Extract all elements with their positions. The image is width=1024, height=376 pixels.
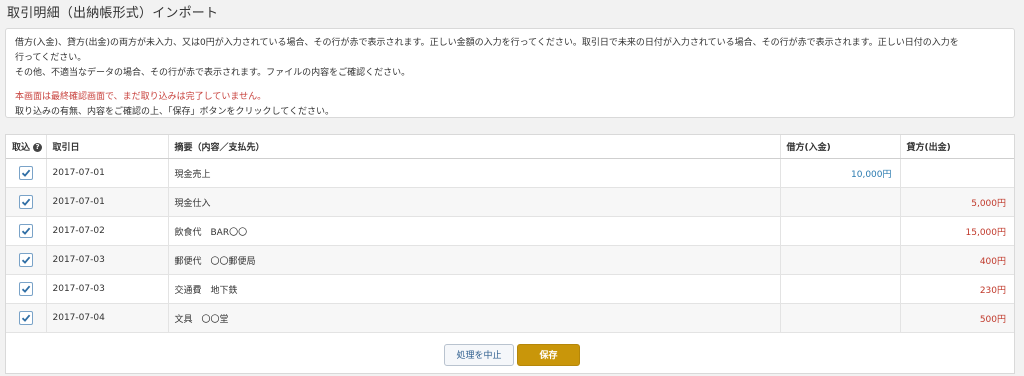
checkmark-icon bbox=[21, 227, 31, 235]
description-cell: 現金売上 bbox=[168, 158, 781, 188]
checkmark-icon bbox=[21, 169, 31, 177]
debit-cell bbox=[780, 216, 901, 246]
debit-cell: 10,000円 bbox=[780, 158, 901, 188]
cancel-button[interactable]: 処理を中止 bbox=[444, 344, 514, 366]
page-title: 取引明細（出納帳形式）インポート bbox=[7, 6, 219, 21]
import-cell bbox=[6, 303, 47, 333]
date-cell: 2017-07-03 bbox=[46, 274, 169, 304]
description-cell: 現金仕入 bbox=[168, 187, 781, 217]
import-checkbox[interactable] bbox=[18, 195, 33, 209]
action-bar: 処理を中止 保存 bbox=[6, 344, 1014, 372]
import-checkbox[interactable] bbox=[18, 311, 33, 325]
help-circle-icon[interactable]: ? bbox=[33, 143, 43, 152]
table-row: 2017-07-02 飲食代 BAR〇〇 15,000円 bbox=[6, 216, 1014, 246]
credit-cell: 400円 bbox=[900, 245, 1014, 275]
import-cell bbox=[6, 158, 47, 188]
import-checkbox[interactable] bbox=[18, 224, 33, 238]
notice-line-3: その他、不適当なデータの場合、その行が赤で表示されます。ファイルの内容をご確認く… bbox=[15, 68, 411, 78]
table-header-row: 取込? 取引日 摘要（内容／支払先） 借方(入金) 貸方(出金) bbox=[6, 135, 1014, 159]
transactions-panel: 取込? 取引日 摘要（内容／支払先） 借方(入金) 貸方(出金) 2017-07… bbox=[5, 134, 1015, 374]
date-cell: 2017-07-01 bbox=[46, 158, 169, 188]
header-description: 摘要（内容／支払先） bbox=[168, 135, 781, 159]
credit-cell: 5,000円 bbox=[900, 187, 1014, 217]
checkmark-icon bbox=[21, 256, 31, 264]
import-cell bbox=[6, 245, 47, 275]
checkmark-icon bbox=[21, 285, 31, 293]
header-debit: 借方(入金) bbox=[780, 135, 901, 159]
notice-warning: 本画面は最終確認画面で、まだ取り込みは完了していません。 bbox=[15, 92, 267, 102]
header-date: 取引日 bbox=[46, 135, 169, 159]
import-cell bbox=[6, 274, 47, 304]
import-cell bbox=[6, 187, 47, 217]
header-credit: 貸方(出金) bbox=[900, 135, 1014, 159]
description-cell: 飲食代 BAR〇〇 bbox=[168, 216, 781, 246]
credit-cell: 15,000円 bbox=[900, 216, 1014, 246]
transactions-table: 取込? 取引日 摘要（内容／支払先） 借方(入金) 貸方(出金) 2017-07… bbox=[6, 135, 1014, 333]
debit-cell bbox=[780, 274, 901, 304]
date-cell: 2017-07-02 bbox=[46, 216, 169, 246]
import-checkbox[interactable] bbox=[18, 282, 33, 296]
checkmark-icon bbox=[21, 198, 31, 206]
credit-cell: 500円 bbox=[900, 303, 1014, 333]
import-cell bbox=[6, 216, 47, 246]
date-cell: 2017-07-04 bbox=[46, 303, 169, 333]
date-cell: 2017-07-03 bbox=[46, 245, 169, 275]
checkmark-icon bbox=[21, 314, 31, 322]
header-import: 取込? bbox=[6, 135, 47, 159]
notice-instruction: 取り込みの有無、内容をご確認の上、「保存」ボタンをクリックしてください。 bbox=[15, 107, 334, 117]
description-cell: 文具 〇〇堂 bbox=[168, 303, 781, 333]
notice-line-2: 行ってください。 bbox=[15, 53, 87, 63]
credit-cell: 230円 bbox=[900, 274, 1014, 304]
credit-cell bbox=[900, 158, 1014, 188]
date-cell: 2017-07-01 bbox=[46, 187, 169, 217]
table-row: 2017-07-01 現金仕入 5,000円 bbox=[6, 187, 1014, 217]
notice-panel: 借方(入金)、貸方(出金)の両方が未入力、又は0円が入力されている場合、その行が… bbox=[5, 28, 1015, 118]
notice-line-1: 借方(入金)、貸方(出金)の両方が未入力、又は0円が入力されている場合、その行が… bbox=[15, 38, 959, 48]
import-checkbox[interactable] bbox=[18, 166, 33, 180]
debit-cell bbox=[780, 245, 901, 275]
debit-cell bbox=[780, 187, 901, 217]
table-row: 2017-07-03 郵便代 〇〇郵便局 400円 bbox=[6, 245, 1014, 275]
debit-cell bbox=[780, 303, 901, 333]
description-cell: 郵便代 〇〇郵便局 bbox=[168, 245, 781, 275]
table-row: 2017-07-03 交通費 地下鉄 230円 bbox=[6, 274, 1014, 304]
table-row: 2017-07-04 文具 〇〇堂 500円 bbox=[6, 303, 1014, 333]
header-import-label: 取込 bbox=[12, 143, 31, 153]
description-cell: 交通費 地下鉄 bbox=[168, 274, 781, 304]
import-checkbox[interactable] bbox=[18, 253, 33, 267]
save-button[interactable]: 保存 bbox=[517, 344, 580, 366]
table-row: 2017-07-01 現金売上 10,000円 bbox=[6, 158, 1014, 188]
